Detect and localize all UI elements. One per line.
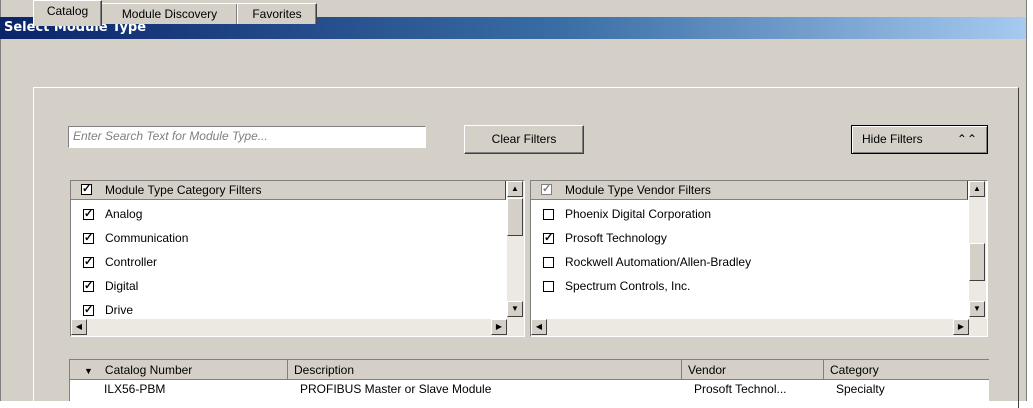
column-header-category[interactable]: Category: [824, 360, 989, 380]
scroll-up-icon[interactable]: ▲: [969, 181, 985, 197]
vendor-select-all-checkbox[interactable]: ✓: [541, 184, 552, 195]
vendor-filter-header[interactable]: ✓ Module Type Vendor Filters: [531, 181, 968, 200]
tab-favorites[interactable]: Favorites: [237, 3, 317, 24]
category-select-all-checkbox[interactable]: ✓: [81, 184, 92, 195]
scroll-thumb[interactable]: [507, 198, 523, 236]
checkbox[interactable]: ✓: [83, 233, 94, 244]
column-header-catalog-number[interactable]: ▼ Catalog Number: [70, 360, 288, 380]
checkbox[interactable]: ✓: [83, 209, 94, 220]
tab-catalog[interactable]: Catalog: [33, 0, 102, 26]
column-header-description[interactable]: Description: [288, 360, 682, 380]
sort-down-icon: ▼: [84, 366, 93, 376]
checkbox[interactable]: [543, 281, 554, 292]
checkbox[interactable]: ✓: [83, 257, 94, 268]
scroll-right-icon[interactable]: ▶: [491, 319, 507, 335]
scroll-thumb[interactable]: [969, 243, 985, 281]
checkbox[interactable]: ✓: [83, 305, 94, 316]
double-chevron-up-icon: ⌃⌃: [956, 132, 977, 146]
scroll-down-icon[interactable]: ▼: [969, 301, 985, 317]
checkbox[interactable]: ✓: [83, 281, 94, 292]
clear-filters-button[interactable]: Clear Filters: [464, 125, 584, 154]
checkbox[interactable]: [543, 209, 554, 220]
checkbox[interactable]: [543, 257, 554, 268]
scroll-down-icon[interactable]: ▼: [507, 301, 523, 317]
vertical-scrollbar[interactable]: ▲ ▼: [507, 181, 524, 319]
vendor-filter-list[interactable]: ✓ Module Type Vendor Filters Phoenix Dig…: [530, 180, 988, 337]
horizontal-scrollbar[interactable]: ◀ ▶: [71, 319, 524, 336]
vertical-scrollbar[interactable]: ▲ ▼: [969, 181, 986, 319]
checkbox[interactable]: ✓: [543, 233, 554, 244]
column-header-vendor[interactable]: Vendor: [682, 360, 824, 380]
category-filter-list[interactable]: ✓ Module Type Category Filters ✓ Analog ✓…: [70, 180, 525, 337]
scroll-right-icon[interactable]: ▶: [953, 319, 969, 335]
scroll-left-icon[interactable]: ◀: [531, 319, 547, 335]
category-filter-header[interactable]: ✓ Module Type Category Filters: [71, 181, 506, 200]
hide-filters-button[interactable]: Hide Filters ⌃⌃: [851, 125, 988, 154]
module-results-table[interactable]: ▼ Catalog Number Description Vendor Categ…: [69, 359, 989, 401]
scroll-left-icon[interactable]: ◀: [71, 319, 87, 335]
search-input[interactable]: Enter Search Text for Module Type...: [68, 126, 426, 148]
tab-module-discovery[interactable]: Module Discovery: [101, 3, 238, 24]
scroll-up-icon[interactable]: ▲: [507, 181, 523, 197]
horizontal-scrollbar[interactable]: ◀ ▶: [531, 319, 987, 336]
